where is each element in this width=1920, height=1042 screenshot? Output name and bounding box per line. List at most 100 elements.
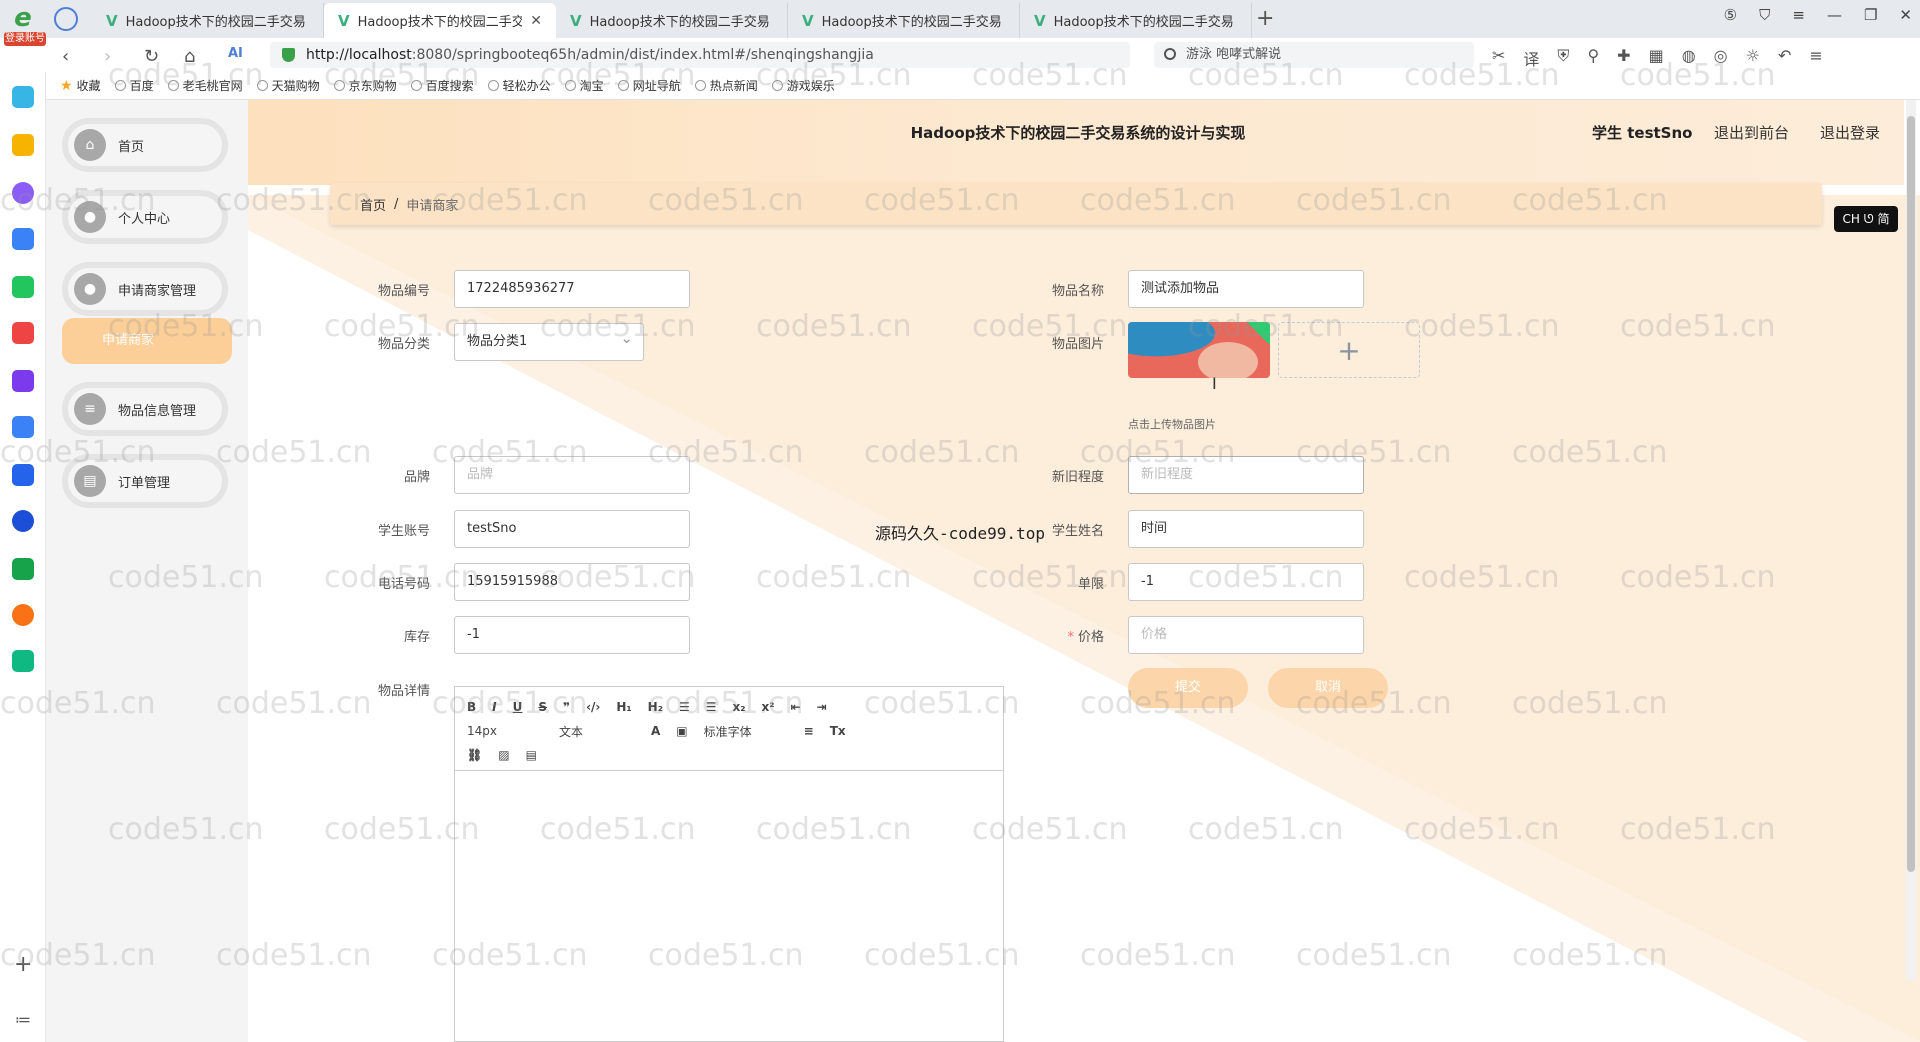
bookmark-item[interactable]: 淘宝 [564,77,604,94]
game-icon[interactable] [12,558,34,580]
extension-icon[interactable]: ✚ [1617,46,1630,70]
ai-icon[interactable] [12,228,34,250]
outdent-icon[interactable]: ⇤ [791,700,801,714]
sidebar-item-home[interactable]: ⌂ 首页 [62,118,228,172]
bookmark-item[interactable]: 天猫购物 [256,77,320,94]
add-app-icon[interactable]: + [14,952,32,977]
video-icon[interactable]: ▤ [526,748,537,762]
underline-icon[interactable]: U [513,700,523,714]
strip-menu-icon[interactable]: ≔ [15,1010,31,1029]
superscript-icon[interactable]: x² [762,700,775,714]
editor-content-area[interactable] [455,771,1003,1041]
item-name-field[interactable]: 测试添加物品 [1128,270,1364,308]
translate-side-icon[interactable] [12,510,34,532]
shirt-icon[interactable]: ⛉ [1759,6,1770,24]
bookmark-item[interactable]: 游戏娱乐 [771,77,835,94]
ime-badge[interactable]: CH ᘎ 简 [1834,206,1898,232]
image-upload-button[interactable]: + [1278,322,1420,378]
browser-tab-active[interactable]: V Hadoop技术下的校园二手交易 ✕ [324,3,556,38]
mail-icon[interactable] [12,650,34,672]
font-size-select[interactable]: 14px [467,724,543,738]
sidebar-item-goods[interactable]: ≡ 物品信息管理 [62,382,228,436]
scissors-icon[interactable]: ✂ [1492,46,1505,70]
home-icon[interactable]: ⌂ [184,46,195,67]
browser-tab[interactable]: V Hadoop技术下的校园二手交易 [92,3,324,38]
browser-tab[interactable]: V Hadoop技术下的校园二手交易 [556,3,788,38]
cancel-button[interactable]: 取消 [1268,668,1388,708]
bookmark-item[interactable]: 百度搜索 [410,77,474,94]
video-icon[interactable] [12,370,34,392]
grid-icon[interactable]: ▦ [1649,46,1664,70]
code-icon[interactable]: ‹/› [586,700,600,714]
ordered-list-icon[interactable]: ☰ [679,700,690,714]
scrollbar-thumb[interactable] [1907,116,1915,872]
quote-icon[interactable]: ❞ [563,700,570,714]
color-icon[interactable]: ◍ [1682,46,1696,70]
badge-5-icon[interactable]: ⑤ [1724,6,1737,24]
bullet-list-icon[interactable]: ☰ [706,700,717,714]
image-icon[interactable]: ▨ [498,748,509,762]
sync-icon[interactable]: ◎ [1714,46,1728,70]
forward-icon[interactable]: › [104,46,111,67]
clear-format-icon[interactable]: Tx [830,724,846,738]
browser-logo[interactable]: e 登录账号 [4,4,46,54]
stock-field[interactable]: -1 [454,616,690,654]
font-family-select[interactable]: 标准字体 [704,723,788,740]
back-icon[interactable]: ‹ [62,46,69,67]
limit-field[interactable]: -1 [1128,563,1364,601]
front-page-link[interactable]: 退出到前台 [1714,122,1789,143]
restore-icon[interactable]: ❐ [1864,6,1877,24]
url-input[interactable]: http://localhost:8080/springbooteq65h/ad… [270,42,1130,68]
logout-link[interactable]: 退出登录 [1820,122,1880,143]
favorites-star-icon[interactable] [12,134,34,156]
heading2-icon[interactable]: H₂ [648,700,663,714]
price-input[interactable]: 价格 [1128,616,1364,654]
bookmark-item[interactable]: 热点新闻 [694,77,758,94]
bookmark-item[interactable]: 老毛桃官网 [167,77,243,94]
bookmark-favorites[interactable]: ★ 收藏 [60,77,101,94]
sidebar-item-personal-center[interactable]: ● 个人中心 [62,190,228,244]
shield-ext-icon[interactable]: ⛨ [1557,46,1569,70]
font-color-icon[interactable]: A [651,724,660,738]
bookmark-item[interactable]: 网址导航 [617,77,681,94]
ai-assistant-icon[interactable] [12,182,34,204]
translate-icon[interactable]: 译 [1523,46,1539,70]
page-scrollbar[interactable] [1906,100,1916,980]
subscript-icon[interactable]: x₂ [733,700,746,714]
weibo-icon[interactable] [12,604,34,626]
login-badge[interactable]: 登录账号 [4,32,46,46]
zoom-icon[interactable]: ⚲ [1587,46,1599,70]
app-plus-icon[interactable] [12,86,34,108]
condition-input[interactable]: 新旧程度 [1128,456,1364,494]
sidebar-item-orders[interactable]: ▤ 订单管理 [62,454,228,508]
search-input[interactable]: 游泳 咆哮式解说 [1154,42,1474,68]
browser-tab[interactable]: V Hadoop技术下的校园二手交易 [788,3,1020,38]
indent-icon[interactable]: ⇥ [817,700,827,714]
sidebar-item-merchant-apply[interactable]: ● 申请商家管理 [62,262,228,316]
breadcrumb-home[interactable]: 首页 [360,195,386,214]
doc-icon[interactable] [12,464,34,486]
phone-field[interactable]: 15915915988 [454,563,690,601]
menu-icon[interactable]: ≡ [1792,6,1805,24]
close-tab-icon[interactable]: ✕ [530,13,542,29]
minimize-icon[interactable]: — [1827,6,1842,24]
submit-button[interactable]: 提交 [1128,668,1248,708]
italic-icon[interactable]: I [492,700,496,714]
student-name-field[interactable]: 时间 [1128,510,1364,548]
reload-icon[interactable]: ↻ [144,46,159,67]
more-menu-icon[interactable]: ≡ [1809,46,1822,70]
brand-input[interactable]: 品牌 [454,456,690,494]
bookmark-item[interactable]: 京东购物 [333,77,397,94]
bold-icon[interactable]: B [467,700,476,714]
new-tab-icon[interactable]: + [1256,6,1274,31]
bg-color-icon[interactable]: ▣ [676,724,687,738]
bookmark-item[interactable]: 百度 [114,77,154,94]
align-icon[interactable]: ≡ [804,724,814,738]
close-window-icon[interactable]: ✕ [1899,6,1912,24]
bookmark-item[interactable]: 轻松办公 [487,77,551,94]
link-icon[interactable]: ⛓ [467,748,482,762]
undo-icon[interactable]: ↶ [1778,46,1791,70]
category-select[interactable]: 物品分类1 [454,320,644,361]
notes-icon[interactable] [12,416,34,438]
student-account-field[interactable]: testSno [454,510,690,548]
